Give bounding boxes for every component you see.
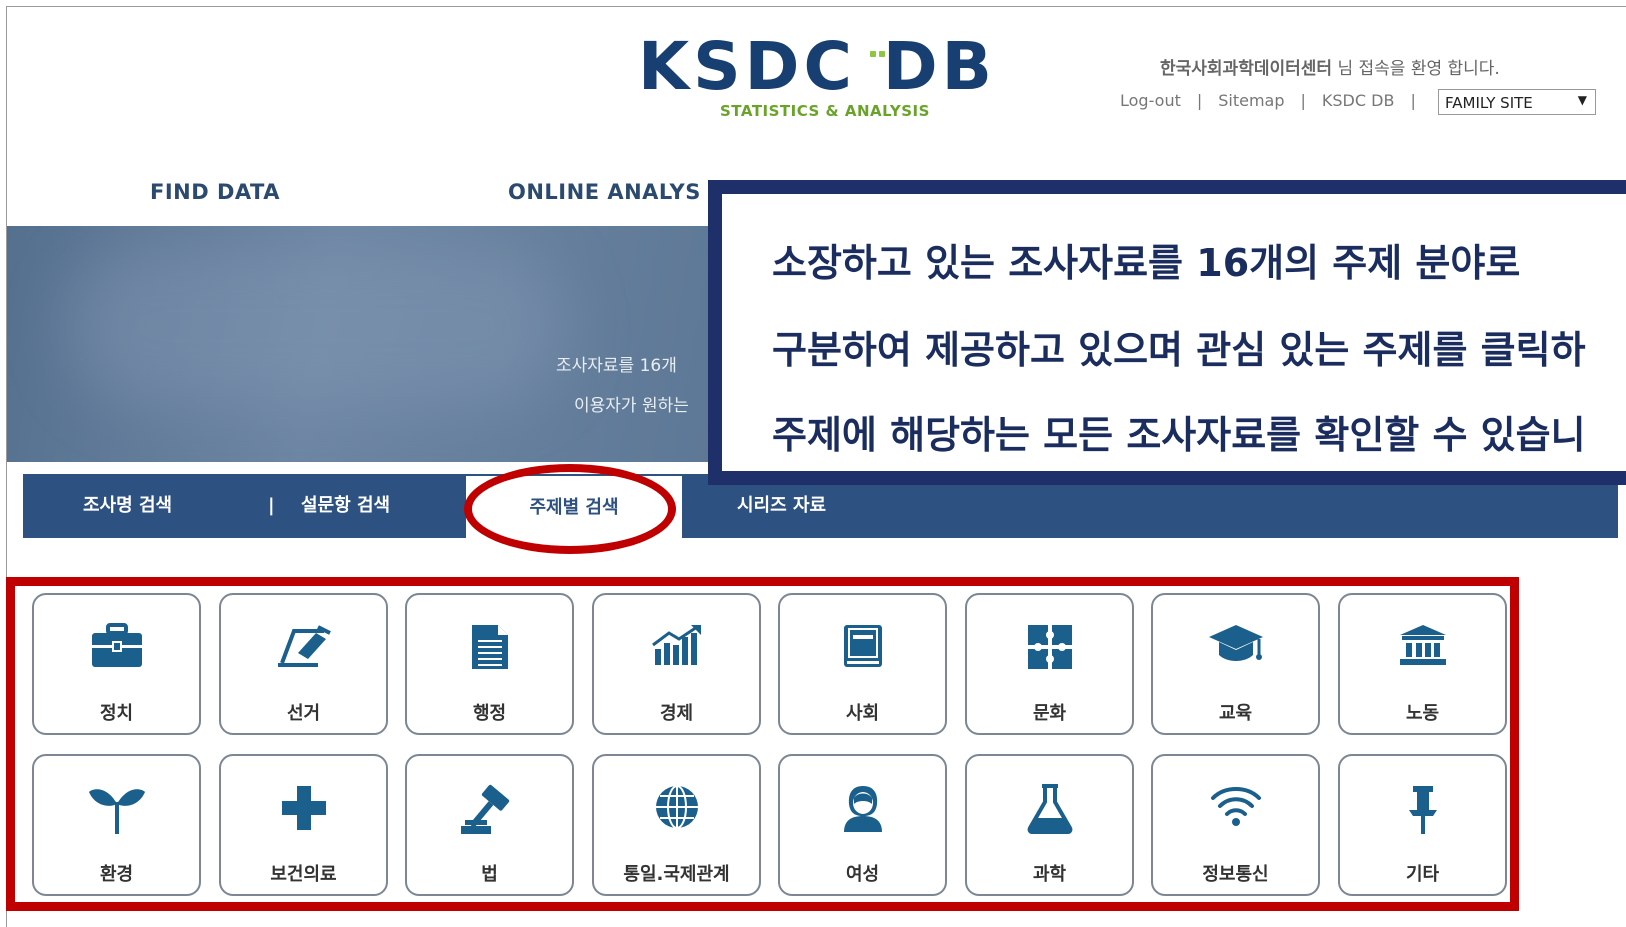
- hero-text-line2: 이용자가 원하는: [574, 396, 689, 416]
- callout-line-3: 주제에 해당하는 모든 조사자료를 확인할 수 있습니: [772, 413, 1586, 457]
- ksdc-db-link[interactable]: KSDC DB: [1322, 91, 1395, 110]
- ksdc-db-logo[interactable]: KSDC DB STATISTICS & ANALYSIS: [638, 34, 1018, 124]
- book-icon: [780, 623, 945, 673]
- globe-icon: [594, 784, 759, 834]
- medical-cross-icon: [221, 784, 386, 834]
- topic-label: 통일.국제관계: [623, 864, 730, 885]
- topic-tile[interactable]: 노동: [1338, 593, 1507, 735]
- puzzle-icon: [967, 623, 1132, 673]
- briefcase-icon: [34, 623, 199, 673]
- flask-icon: [967, 784, 1132, 834]
- welcome-message: 한국사회과학데이터센터 님 접속을 환영 합니다.: [1160, 54, 1500, 79]
- topic-label: 여성: [845, 864, 880, 885]
- topic-label: 기타: [1405, 864, 1440, 885]
- graduation-cap-icon: [1153, 623, 1318, 673]
- topic-tile[interactable]: 과학: [965, 754, 1134, 896]
- topic-label: 환경: [99, 864, 134, 885]
- topic-tile[interactable]: 행정: [405, 593, 574, 735]
- wifi-icon: [1153, 784, 1318, 834]
- topic-label: 법: [481, 864, 498, 885]
- sitemap-link[interactable]: Sitemap: [1218, 91, 1284, 110]
- gavel-icon: [407, 784, 572, 834]
- topic-tile[interactable]: 경제: [592, 593, 761, 735]
- topic-tile[interactable]: 통일.국제관계: [592, 754, 761, 896]
- topic-label: 문화: [1032, 703, 1067, 724]
- topic-tile[interactable]: 정보통신: [1151, 754, 1320, 896]
- institution-icon: [1340, 623, 1505, 673]
- welcome-suffix: 님 접속을 환영 합니다.: [1332, 59, 1500, 79]
- utility-links: Log-out | Sitemap | KSDC DB |: [1120, 91, 1416, 110]
- growth-chart-icon: [594, 623, 759, 673]
- logo-tagline: STATISTICS & ANALYSIS: [720, 102, 930, 120]
- family-site-value: FAMILY SITE: [1445, 94, 1533, 112]
- welcome-org: 한국사회과학데이터센터: [1160, 59, 1333, 79]
- explanation-callout: 소장하고 있는 조사자료를 16개의 주제 분야로 구분하여 제공하고 있으며 …: [708, 180, 1626, 485]
- topic-label: 정치: [99, 703, 134, 724]
- topic-label: 교육: [1218, 703, 1253, 724]
- logo-wordmark: KSDC DB: [638, 28, 996, 105]
- topic-tile[interactable]: 환경: [32, 754, 201, 896]
- tab-question-search[interactable]: 설문항 검색: [301, 474, 390, 538]
- topic-label: 사회: [845, 703, 880, 724]
- pushpin-icon: [1340, 784, 1505, 834]
- woman-icon: [780, 784, 945, 834]
- dropdown-arrow-icon: ▼: [1577, 93, 1587, 107]
- topic-label: 노동: [1405, 703, 1440, 724]
- topic-tile[interactable]: 선거: [219, 593, 388, 735]
- topic-tile[interactable]: 교육: [1151, 593, 1320, 735]
- topic-label: 선거: [286, 703, 321, 724]
- topic-tile[interactable]: 정치: [32, 593, 201, 735]
- topic-tile[interactable]: 기타: [1338, 754, 1507, 896]
- topic-label: 과학: [1032, 864, 1067, 885]
- topic-label: 보건의료: [270, 864, 337, 885]
- topic-tile[interactable]: 문화: [965, 593, 1134, 735]
- logout-link[interactable]: Log-out: [1120, 91, 1181, 110]
- topic-tile[interactable]: 법: [405, 754, 574, 896]
- sprout-icon: [34, 784, 199, 834]
- document-icon: [407, 623, 572, 673]
- nav-online-analysis[interactable]: ONLINE ANALYS: [508, 180, 701, 204]
- callout-line-1: 소장하고 있는 조사자료를 16개의 주제 분야로: [772, 241, 1521, 285]
- tab-survey-name-search[interactable]: 조사명 검색: [83, 474, 172, 538]
- callout-line-2: 구분하여 제공하고 있으며 관심 있는 주제를 클릭하: [772, 328, 1586, 372]
- topic-tile[interactable]: 사회: [778, 593, 947, 735]
- topic-tile[interactable]: 보건의료: [219, 754, 388, 896]
- topic-tile[interactable]: 여성: [778, 754, 947, 896]
- family-site-select[interactable]: FAMILY SITE ▼: [1438, 89, 1596, 115]
- topic-label: 행정: [472, 703, 507, 724]
- topic-label: 정보통신: [1202, 864, 1269, 885]
- nav-find-data[interactable]: FIND DATA: [150, 180, 280, 204]
- logo-dots: [870, 42, 888, 61]
- hero-text-line1: 조사자료를 16개: [556, 356, 677, 376]
- ballot-icon: [221, 623, 386, 673]
- tab-separator: |: [268, 495, 275, 516]
- topic-label: 경제: [659, 703, 694, 724]
- highlight-oval: [464, 464, 676, 554]
